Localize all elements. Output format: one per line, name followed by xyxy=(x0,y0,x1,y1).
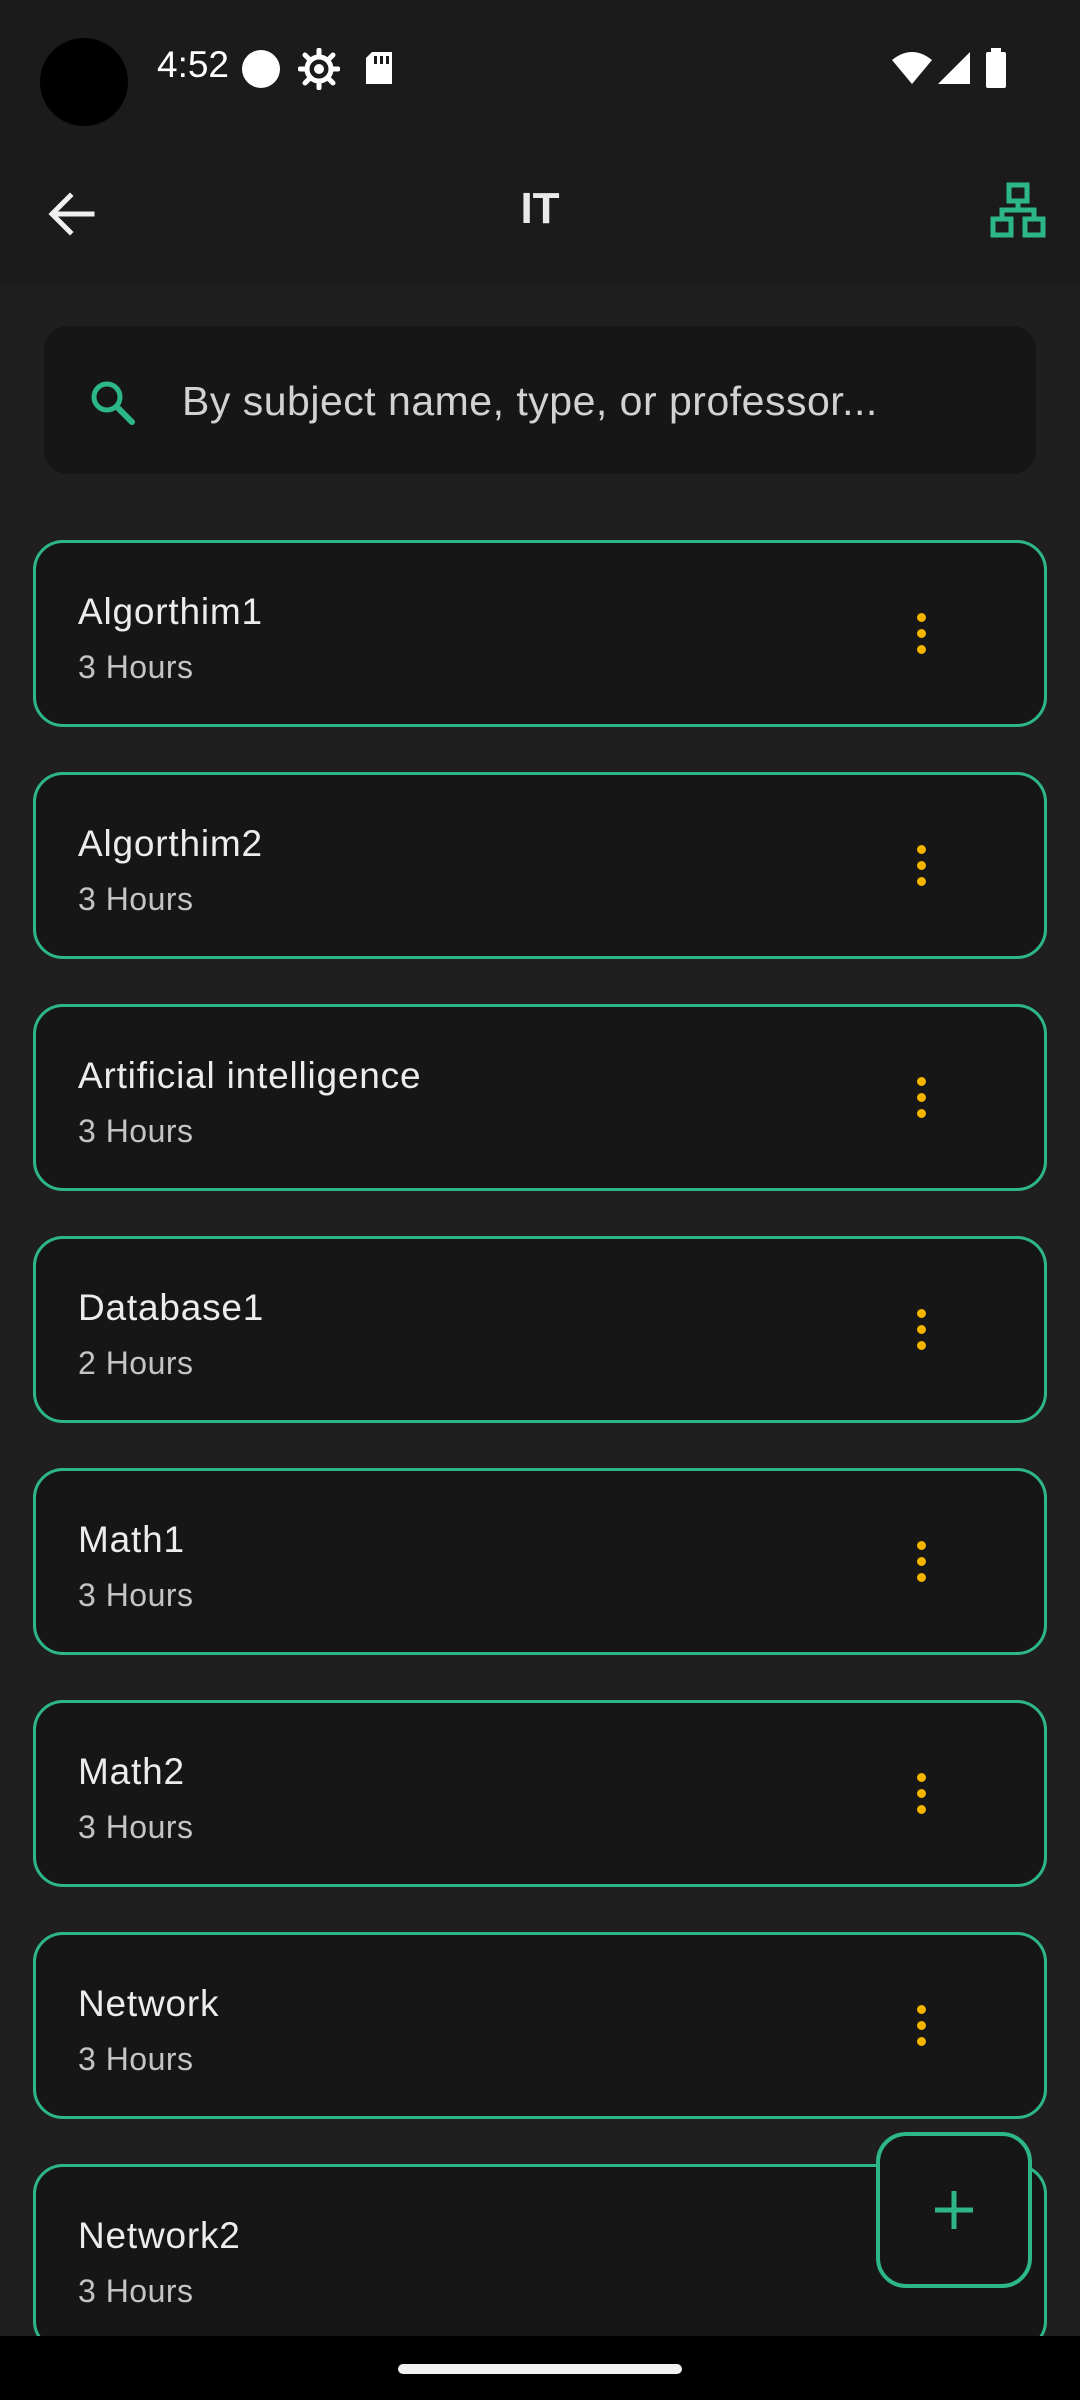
camera-cutout xyxy=(40,38,128,126)
subject-name: Algorthim1 xyxy=(78,591,263,632)
subject-hours: 3 Hours xyxy=(78,649,194,685)
subject-name: Math1 xyxy=(78,1519,185,1560)
subject-card[interactable]: Artificial intelligence 3 Hours xyxy=(33,1004,1047,1191)
home-gesture-handle[interactable] xyxy=(398,2364,682,2374)
subject-name: Database1 xyxy=(78,1287,265,1328)
subject-card[interactable]: Database1 2 Hours xyxy=(33,1236,1047,1423)
more-vert-icon[interactable] xyxy=(906,1073,936,1127)
subject-card[interactable]: Network 3 Hours xyxy=(33,1932,1047,2119)
more-vert-icon[interactable] xyxy=(906,1305,936,1359)
sd-card-icon xyxy=(366,52,392,84)
circle-icon xyxy=(242,50,280,88)
more-vert-icon[interactable] xyxy=(906,1769,936,1823)
search-bar xyxy=(44,326,1036,474)
subject-name: Math2 xyxy=(78,1751,185,1792)
status-time: 4:52 xyxy=(157,44,230,85)
add-subject-button[interactable] xyxy=(876,2132,1032,2288)
subject-hours: 3 Hours xyxy=(78,2273,194,2309)
subject-name: Network2 xyxy=(78,2215,241,2256)
subject-hours: 3 Hours xyxy=(78,1113,194,1149)
subject-card[interactable]: Math2 3 Hours xyxy=(33,1700,1047,1887)
more-vert-icon[interactable] xyxy=(906,609,936,663)
subject-card[interactable]: Algorthim2 3 Hours xyxy=(33,772,1047,959)
settings-icon xyxy=(298,48,340,90)
subject-card[interactable]: Math1 3 Hours xyxy=(33,1468,1047,1655)
subject-card[interactable]: Algorthim1 3 Hours xyxy=(33,540,1047,727)
cell-signal-icon xyxy=(938,52,970,84)
subject-hours: 3 Hours xyxy=(78,881,194,917)
more-vert-icon[interactable] xyxy=(906,841,936,895)
more-vert-icon[interactable] xyxy=(906,2001,936,2055)
subject-hours: 3 Hours xyxy=(78,1809,194,1845)
search-icon xyxy=(91,381,135,425)
system-nav-bar xyxy=(0,2336,1080,2400)
subject-name: Artificial intelligence xyxy=(78,1055,422,1096)
hierarchy-tree-icon[interactable] xyxy=(990,182,1046,238)
plus-icon xyxy=(935,2191,973,2229)
battery-icon xyxy=(986,48,1006,88)
subject-hours: 2 Hours xyxy=(78,1345,194,1381)
wifi-icon xyxy=(892,52,932,84)
page-title: IT xyxy=(520,184,560,233)
more-vert-icon[interactable] xyxy=(906,1537,936,1591)
search-input[interactable] xyxy=(180,366,1004,436)
app-bar: IT xyxy=(0,134,1080,284)
subject-name: Algorthim2 xyxy=(78,823,263,864)
subject-hours: 3 Hours xyxy=(78,1577,194,1613)
subject-hours: 3 Hours xyxy=(78,2041,194,2077)
subject-name: Network xyxy=(78,1983,220,2024)
status-bar: 4:52 xyxy=(0,0,1080,134)
